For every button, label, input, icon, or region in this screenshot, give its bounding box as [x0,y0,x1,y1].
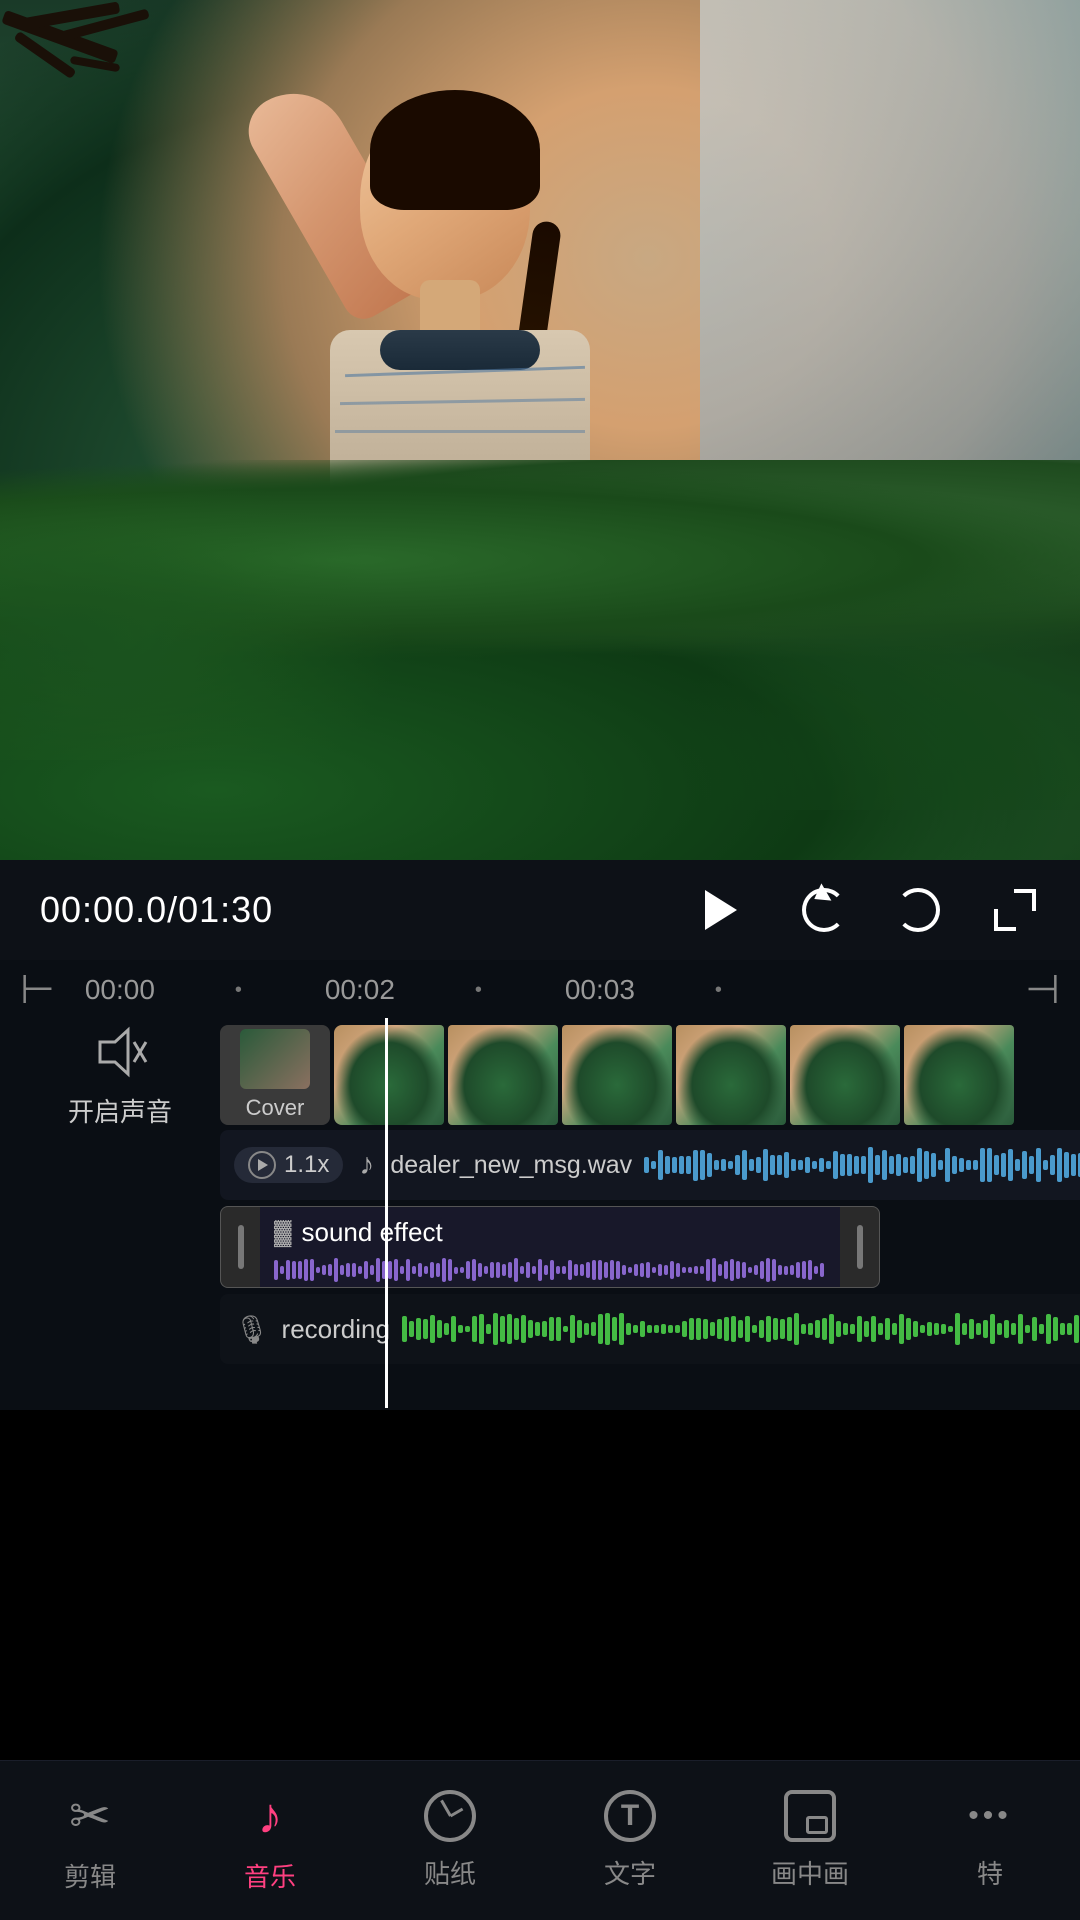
video-preview [0,0,1080,860]
expand-button[interactable] [990,885,1040,935]
video-thumbnail-strip[interactable] [334,1025,1080,1125]
video-thumb-4 [676,1025,786,1125]
ruler-body: 00:00 • 00:02 • 00:03 • [85,970,1005,1010]
music-icon: ♪ [258,1787,283,1845]
video-thumb-2 [448,1025,558,1125]
recording-icon: 🎙 [234,1313,270,1346]
time-display: 00:00.0/01:30 [40,889,273,931]
tracks-container: 开启声音 Cover [0,1020,1080,1364]
music-note-icon: ♪ [359,1148,374,1182]
recording-label: recording [282,1314,390,1345]
video-thumb-1 [334,1025,444,1125]
audio-waveform [644,1145,1080,1185]
se-handle-right[interactable] [840,1206,880,1288]
redo-icon [896,888,940,932]
transport-controls: 00:00.0/01:30 [0,860,1080,960]
sound-effect-content[interactable]: ▓ sound effect [260,1206,840,1288]
recording-track[interactable]: 🎙 recording [220,1294,1080,1364]
more-icon: ••• [964,1790,1016,1842]
nav-item-pip[interactable]: 画中画 [720,1790,900,1891]
se-title: sound effect [302,1217,443,1248]
timeline-ruler: ⊢ 00:00 • 00:02 • 00:03 • ⊣ [0,960,1080,1020]
ruler-time-1: 00:02 [325,974,395,1006]
cover-thumbnail[interactable]: Cover [220,1025,330,1125]
expand-icon [990,885,1040,935]
timeline-area: ⊢ 00:00 • 00:02 • 00:03 • ⊣ [0,960,1080,1410]
sound-effect-track-row: ▓ sound effect [220,1206,1080,1288]
scissors-icon: ✂ [69,1787,111,1845]
tracks-content: Cover [220,1020,1080,1364]
ruler-time-0: 00:00 [85,974,155,1006]
redo-button[interactable] [896,888,940,932]
mute-label-text: 开启声音 [68,1092,172,1129]
nav-item-edit[interactable]: ✂ 剪辑 [0,1787,180,1894]
video-track: Cover [220,1020,1080,1130]
text-icon: T [604,1790,656,1842]
nav-label-edit: 剪辑 [64,1857,116,1894]
se-handle-left[interactable] [220,1206,260,1288]
audio-filename: dealer_new_msg.wav [390,1151,632,1180]
video-thumb-5 [790,1025,900,1125]
audio-track[interactable]: 1.1x ♪ dealer_new_msg.wav [220,1130,1080,1200]
nav-item-sticker[interactable]: 贴纸 [360,1790,540,1891]
undo-icon [802,888,846,932]
nav-label-more: 特 [977,1854,1003,1891]
nav-label-pip: 画中画 [771,1854,849,1891]
play-icon [705,890,737,930]
audio-speed: 1.1x [284,1151,329,1179]
ruler-start-icon[interactable]: ⊢ [20,967,55,1013]
sticker-icon [424,1790,476,1842]
nav-item-more[interactable]: ••• 特 [900,1790,1080,1891]
se-wave-icon: ▓ [274,1219,292,1247]
playhead-line [385,1018,388,1408]
video-thumb-6 [904,1025,1014,1125]
ruler-end-icon[interactable]: ⊣ [1025,967,1060,1013]
track-labels: 开启声音 [20,1020,220,1364]
bottom-navigation: ✂ 剪辑 ♪ 音乐 贴纸 T 文字 画中画 ••• 特 [0,1760,1080,1920]
nav-item-text[interactable]: T 文字 [540,1790,720,1891]
mute-track-label[interactable]: 开启声音 [20,1020,220,1130]
nav-item-music[interactable]: ♪ 音乐 [180,1787,360,1894]
pip-icon [784,1790,836,1842]
ruler-time-2: 00:03 [565,974,635,1006]
recording-waveform [402,1310,1080,1348]
undo-button[interactable] [802,888,846,932]
mute-icon [90,1022,150,1082]
nav-label-sticker: 贴纸 [424,1854,476,1891]
play-button[interactable] [682,875,752,945]
nav-label-music: 音乐 [244,1857,296,1894]
speed-indicator [248,1151,276,1179]
nav-label-text: 文字 [604,1854,656,1891]
video-thumb-3 [562,1025,672,1125]
se-waveform [274,1256,826,1284]
audio-track-info: 1.1x ♪ dealer_new_msg.wav [234,1147,632,1183]
